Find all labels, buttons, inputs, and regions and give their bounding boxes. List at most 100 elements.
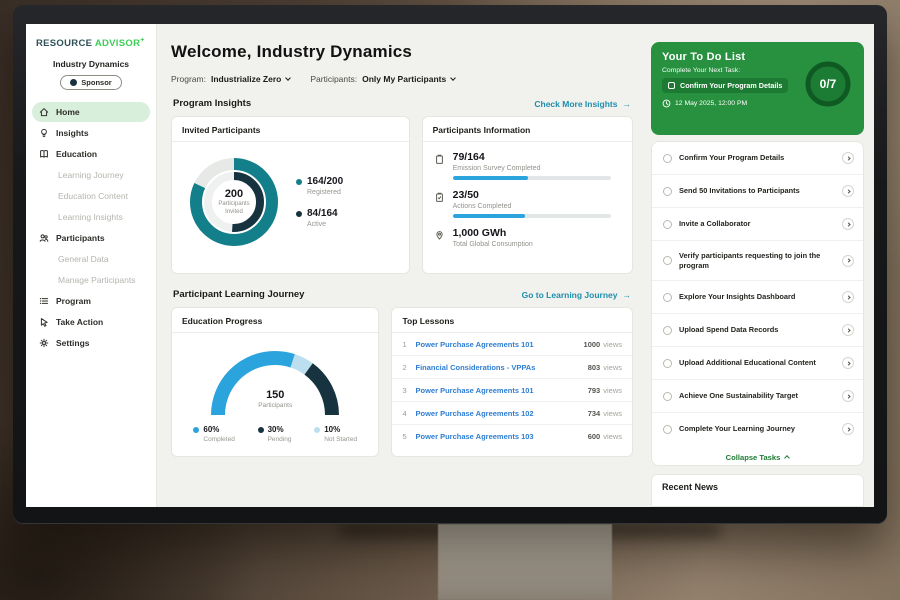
checkbox-icon[interactable] — [663, 293, 672, 302]
gauge-legend: 60% Completed 30% Pending 10% Not Starte… — [172, 421, 378, 451]
donut-center-value: 200 — [225, 188, 243, 200]
monitor-stand — [438, 524, 612, 600]
sidebar-item-label: Take Action — [56, 317, 103, 327]
program-filter-label: Program: — [171, 74, 206, 84]
lesson-views: 803 — [588, 363, 601, 372]
chevron-right-icon[interactable] — [842, 357, 854, 369]
sidebar-item-insights[interactable]: Insights — [32, 123, 150, 143]
not-started-label: Not Started — [324, 436, 357, 443]
org-name: Industry Dynamics — [26, 59, 156, 69]
task-label: Invite a Collaborator — [679, 219, 835, 229]
task-row[interactable]: Achieve One Sustainability Target — [652, 380, 863, 413]
task-label: Achieve One Sustainability Target — [679, 391, 835, 401]
program-insights-header: Program Insights Check More Insights — [173, 98, 631, 109]
task-row[interactable]: Verify participants requesting to join t… — [652, 241, 863, 281]
checkbox-icon[interactable] — [663, 220, 672, 229]
lesson-link[interactable]: Power Purchase Agreements 103 — [415, 432, 587, 441]
task-label: Upload Spend Data Records — [679, 325, 835, 335]
next-task-chip[interactable]: Confirm Your Program Details — [662, 78, 788, 93]
recent-news-header[interactable]: Recent News — [651, 474, 864, 507]
checkbox-icon[interactable] — [663, 154, 672, 163]
sidebar-item-home[interactable]: Home — [32, 102, 150, 122]
task-label: Complete Your Learning Journey — [679, 424, 835, 434]
stat-value: 1,000 GWh — [453, 227, 533, 239]
gear-icon — [39, 338, 49, 348]
sidebar-item-label: Settings — [56, 338, 90, 348]
lesson-link[interactable]: Power Purchase Agreements 102 — [415, 409, 587, 418]
chevron-right-icon[interactable] — [842, 185, 854, 197]
sidebar-item-learning-journey[interactable]: Learning Journey — [32, 165, 150, 185]
chevron-right-icon[interactable] — [842, 218, 854, 230]
sidebar-item-manage-participants[interactable]: Manage Participants — [32, 270, 150, 290]
location-pin-icon — [434, 227, 445, 252]
task-row[interactable]: Explore Your Insights Dashboard — [652, 281, 863, 314]
sidebar-item-settings[interactable]: Settings — [32, 333, 150, 353]
task-label: Upload Additional Educational Content — [679, 358, 835, 368]
next-task-label: Confirm Your Program Details — [680, 81, 782, 90]
lesson-link[interactable]: Power Purchase Agreements 101 — [415, 386, 587, 395]
pending-label: Pending — [268, 436, 292, 443]
sidebar-nav: Home Insights Education Learning Journey — [26, 102, 156, 353]
lesson-row: 2 Financial Considerations - VPPAs 803vi… — [392, 356, 632, 379]
chevron-right-icon[interactable] — [842, 423, 854, 435]
lesson-rank: 2 — [402, 363, 415, 372]
checkbox-icon[interactable] — [663, 392, 672, 401]
sidebar-item-program[interactable]: Program — [32, 291, 150, 311]
chevron-right-icon[interactable] — [842, 255, 854, 267]
sidebar-item-general-data[interactable]: General Data — [32, 249, 150, 269]
program-filter-dropdown[interactable]: Industrialize Zero — [211, 74, 290, 84]
chevron-right-icon[interactable] — [842, 152, 854, 164]
checkbox-icon[interactable] — [663, 425, 672, 434]
stat-value: 23/50 — [453, 189, 611, 201]
not-started-value: 10% — [324, 425, 340, 434]
checkbox-icon[interactable] — [663, 359, 672, 368]
lesson-link[interactable]: Power Purchase Agreements 101 — [415, 340, 583, 349]
lesson-link[interactable]: Financial Considerations - VPPAs — [415, 363, 587, 372]
check-more-insights-link[interactable]: Check More Insights — [534, 99, 631, 109]
go-to-learning-journey-link[interactable]: Go to Learning Journey — [522, 290, 631, 300]
card-title: Invited Participants — [172, 117, 409, 142]
task-row[interactable]: Upload Additional Educational Content — [652, 347, 863, 380]
sidebar-item-label: Learning Journey — [58, 170, 124, 180]
program-filter-value: Industrialize Zero — [211, 74, 281, 84]
sidebar-item-label: Insights — [56, 128, 89, 138]
views-label: views — [603, 363, 622, 372]
completed-value: 60% — [203, 425, 219, 434]
sponsor-badge[interactable]: Sponsor — [60, 75, 121, 90]
checkbox-icon[interactable] — [663, 256, 672, 265]
sidebar-item-learning-insights[interactable]: Learning Insights — [32, 207, 150, 227]
checkbox-icon[interactable] — [663, 326, 672, 335]
cursor-icon — [39, 317, 49, 327]
task-label: Confirm Your Program Details — [679, 153, 835, 163]
lesson-views: 600 — [588, 432, 601, 441]
actions-completed-stat: 23/50 Actions Completed — [434, 189, 621, 218]
participants-information-card: Participants Information 79/164 Emission… — [422, 116, 633, 274]
chevron-right-icon[interactable] — [842, 291, 854, 303]
checkbox-icon[interactable] — [663, 187, 672, 196]
stat-label: Total Global Consumption — [453, 241, 533, 248]
invited-participants-card: Invited Participants 200 — [171, 116, 410, 274]
task-row[interactable]: Confirm Your Program Details — [652, 142, 863, 175]
task-row[interactable]: Upload Spend Data Records — [652, 314, 863, 347]
list-icon — [39, 296, 49, 306]
lesson-views: 793 — [588, 386, 601, 395]
sidebar-item-education[interactable]: Education — [32, 144, 150, 164]
task-row[interactable]: Invite a Collaborator — [652, 208, 863, 241]
logo-resource: RESOURCE — [36, 38, 92, 49]
task-label: Send 50 Invitations to Participants — [679, 186, 835, 196]
task-row[interactable]: Send 50 Invitations to Participants — [652, 175, 863, 208]
collapse-tasks-button[interactable]: Collapse Tasks — [652, 445, 863, 466]
book-icon — [39, 149, 49, 159]
sidebar-item-take-action[interactable]: Take Action — [32, 312, 150, 332]
chevron-right-icon[interactable] — [842, 390, 854, 402]
sidebar-item-participants[interactable]: Participants — [32, 228, 150, 248]
sidebar-item-education-content[interactable]: Education Content — [32, 186, 150, 206]
participants-filter-value: Only My Participants — [362, 74, 446, 84]
checkbox-icon[interactable] — [668, 82, 675, 89]
participants-filter-dropdown[interactable]: Only My Participants — [362, 74, 455, 84]
education-gauge-chart: 150 Participants — [172, 333, 378, 421]
section-title: Participant Learning Journey — [173, 289, 304, 300]
task-label: Verify participants requesting to join t… — [679, 251, 835, 270]
task-row[interactable]: Complete Your Learning Journey — [652, 413, 863, 445]
chevron-right-icon[interactable] — [842, 324, 854, 336]
